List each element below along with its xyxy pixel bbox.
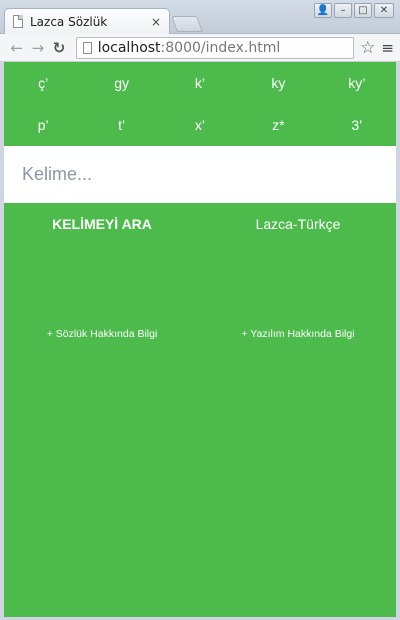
browser-toolbar: ← → ↻ localhost:8000/index.html ☆ ≡ xyxy=(0,34,400,62)
forward-icon[interactable]: → xyxy=(27,39,48,57)
menu-icon[interactable]: ≡ xyxy=(381,39,394,57)
maximize-button[interactable]: □ xyxy=(354,3,372,18)
url-text: localhost:8000/index.html xyxy=(98,40,281,56)
page-icon xyxy=(13,15,23,28)
browser-tab[interactable]: Lazca Sözlük × xyxy=(4,8,170,34)
action-row: KELİMEYİ ARA Lazca-Türkçe xyxy=(4,203,396,245)
reload-icon[interactable]: ↻ xyxy=(48,39,69,57)
new-tab-button[interactable] xyxy=(171,16,203,32)
key-ky[interactable]: ky xyxy=(239,62,317,104)
key-3-ejective[interactable]: 3’ xyxy=(318,104,396,146)
minimize-button[interactable]: – xyxy=(334,3,352,18)
url-path: :8000/index.html xyxy=(160,39,281,56)
search-word-button[interactable]: KELİMEYİ ARA xyxy=(4,203,200,245)
browser-titlebar: Lazca Sözlük × 👤 – □ ✕ xyxy=(0,0,400,34)
key-t-ejective[interactable]: t’ xyxy=(82,104,160,146)
page-icon xyxy=(82,41,92,54)
info-links: + Sözlük Hakkında Bilgi + Yazılım Hakkın… xyxy=(4,328,396,340)
word-search-input[interactable] xyxy=(4,146,396,203)
url-host: localhost xyxy=(97,39,161,56)
key-c-ejective[interactable]: ç’ xyxy=(4,62,82,104)
dictionary-app: ç’ gy k’ ky ky’ p’ t’ x’ z* 3’ KELİMEYİ … xyxy=(4,62,396,617)
special-character-keys: ç’ gy k’ ky ky’ p’ t’ x’ z* 3’ xyxy=(4,62,396,146)
address-bar[interactable]: localhost:8000/index.html xyxy=(75,36,355,59)
direction-toggle-button[interactable]: Lazca-Türkçe xyxy=(200,203,396,245)
tab-title: Lazca Sözlük xyxy=(30,14,108,29)
close-window-button[interactable]: ✕ xyxy=(374,3,394,18)
tab-close-icon[interactable]: × xyxy=(151,15,161,29)
key-gy[interactable]: gy xyxy=(82,62,160,104)
software-info-link[interactable]: + Yazılım Hakkında Bilgi xyxy=(200,328,396,340)
key-ky-ejective[interactable]: ky’ xyxy=(318,62,396,104)
key-k-ejective[interactable]: k’ xyxy=(161,62,239,104)
key-p-ejective[interactable]: p’ xyxy=(4,104,82,146)
back-icon[interactable]: ← xyxy=(6,39,27,57)
user-icon[interactable]: 👤 xyxy=(314,3,332,18)
dictionary-info-link[interactable]: + Sözlük Hakkında Bilgi xyxy=(4,328,200,340)
key-z-star[interactable]: z* xyxy=(239,104,317,146)
bookmark-star-icon[interactable]: ☆ xyxy=(360,38,375,58)
window-controls: 👤 – □ ✕ xyxy=(314,3,394,18)
key-x-ejective[interactable]: x’ xyxy=(161,104,239,146)
